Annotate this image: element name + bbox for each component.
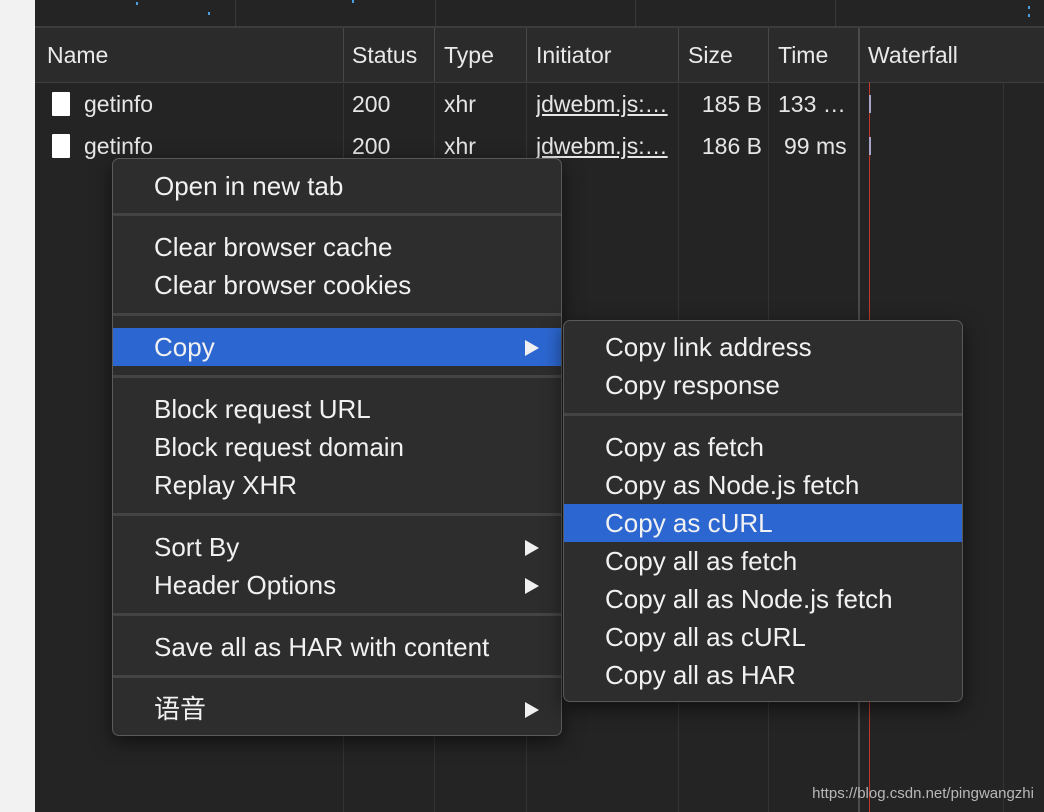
column-header-name[interactable]: Name — [37, 28, 343, 82]
overview-mark — [208, 12, 210, 15]
column-header-type[interactable]: Type — [434, 28, 526, 82]
menu-item-speech[interactable]: 语音 — [113, 690, 561, 728]
overview-mark — [352, 0, 354, 3]
column-header-size[interactable]: Size — [678, 28, 768, 82]
column-header-waterfall[interactable]: Waterfall — [858, 28, 1044, 82]
submenu-item-copy-link[interactable]: Copy link address — [564, 328, 962, 366]
submenu-item-copy-all-fetch[interactable]: Copy all as fetch — [564, 542, 962, 580]
waterfall-bar — [869, 95, 871, 113]
submenu-arrow-icon — [525, 702, 539, 718]
column-header-status[interactable]: Status — [342, 28, 434, 82]
grid-line — [1003, 82, 1004, 812]
context-menu: Open in new tab Clear browser cache Clea… — [112, 158, 562, 736]
menu-separator — [113, 513, 561, 516]
menu-item-save-har[interactable]: Save all as HAR with content — [113, 628, 561, 666]
submenu-arrow-icon — [525, 578, 539, 594]
document-icon — [52, 134, 70, 158]
overview-divider — [635, 0, 636, 26]
menu-item-copy[interactable]: Copy — [113, 328, 561, 366]
column-header-time[interactable]: Time — [768, 28, 858, 82]
submenu-item-copy-node-fetch[interactable]: Copy as Node.js fetch — [564, 466, 962, 504]
menu-separator — [113, 213, 561, 216]
overview-divider — [835, 0, 836, 26]
menu-item-header-options[interactable]: Header Options — [113, 566, 561, 604]
copy-submenu: Copy link address Copy response Copy as … — [563, 320, 963, 702]
waterfall-bar — [869, 137, 871, 155]
menu-item-clear-cache[interactable]: Clear browser cache — [113, 228, 561, 266]
request-time: 133 … — [778, 91, 846, 117]
overview-divider — [235, 0, 236, 26]
watermark: https://blog.csdn.net/pingwangzhi — [812, 785, 1034, 802]
overview-timeline[interactable] — [35, 0, 1044, 28]
request-time: 99 ms — [784, 133, 847, 159]
overview-divider — [435, 0, 436, 26]
menu-item-block-url[interactable]: Block request URL — [113, 390, 561, 428]
table-header: Name Status Type Initiator Size Time Wat… — [35, 28, 1044, 83]
overview-mark — [1028, 6, 1030, 9]
submenu-item-copy-all-node-fetch[interactable]: Copy all as Node.js fetch — [564, 580, 962, 618]
menu-item-clear-cookies[interactable]: Clear browser cookies — [113, 266, 561, 304]
submenu-item-copy-curl[interactable]: Copy as cURL — [564, 504, 962, 542]
menu-separator — [113, 613, 561, 616]
menu-item-block-domain[interactable]: Block request domain — [113, 428, 561, 466]
submenu-item-copy-fetch[interactable]: Copy as fetch — [564, 428, 962, 466]
request-type: xhr — [444, 91, 476, 117]
menu-separator — [113, 675, 561, 678]
menu-item-sort-by[interactable]: Sort By — [113, 528, 561, 566]
menu-item-sort-by-label: Sort By — [154, 532, 240, 562]
table-row[interactable]: getinfo 200 xhr jdwebm.js:… 185 B 133 … — [35, 83, 1044, 125]
submenu-arrow-icon — [525, 540, 539, 556]
left-edge — [0, 0, 35, 812]
menu-item-speech-label: 语音 — [154, 694, 207, 724]
request-status: 200 — [352, 91, 391, 117]
request-size: 185 B — [701, 91, 762, 117]
menu-item-open-new-tab[interactable]: Open in new tab — [113, 167, 561, 205]
menu-item-header-options-label: Header Options — [154, 570, 337, 600]
submenu-item-copy-response[interactable]: Copy response — [564, 366, 962, 404]
submenu-item-copy-all-har[interactable]: Copy all as HAR — [564, 656, 962, 694]
overview-mark — [136, 2, 138, 5]
submenu-item-copy-all-curl[interactable]: Copy all as cURL — [564, 618, 962, 656]
menu-item-copy-label: Copy — [154, 332, 215, 362]
document-icon — [52, 92, 70, 116]
submenu-arrow-icon — [525, 340, 539, 356]
menu-separator — [113, 375, 561, 378]
column-header-initiator[interactable]: Initiator — [526, 28, 678, 82]
menu-item-replay-xhr[interactable]: Replay XHR — [113, 466, 561, 504]
request-initiator-link[interactable]: jdwebm.js:… — [536, 83, 673, 125]
overview-mark — [1028, 14, 1030, 17]
request-size: 186 B — [701, 133, 762, 159]
request-name: getinfo — [84, 91, 154, 117]
menu-separator — [113, 313, 561, 316]
menu-separator — [564, 413, 962, 416]
